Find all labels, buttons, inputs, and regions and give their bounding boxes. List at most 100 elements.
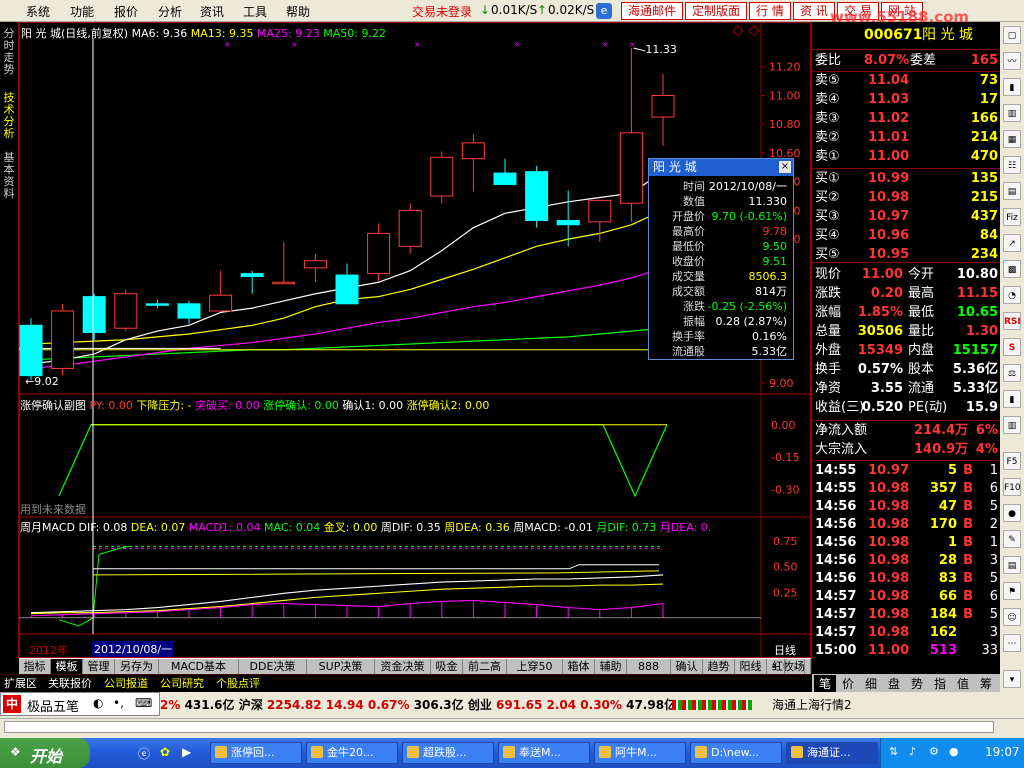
- quote-tab[interactable]: 势: [906, 675, 928, 692]
- note-icon[interactable]: ✎: [1003, 530, 1021, 548]
- quote-tab[interactable]: 细: [860, 675, 882, 692]
- taskbar-button[interactable]: D:\new...: [690, 742, 782, 764]
- indicator-tab[interactable]: 模板: [51, 659, 83, 674]
- tab-stock-review[interactable]: 个股点评: [216, 676, 260, 691]
- quote-tab[interactable]: 指: [929, 675, 951, 692]
- quicklaunch-media-icon[interactable]: ▶: [182, 745, 191, 759]
- indicator-tab[interactable]: 另存为: [115, 659, 159, 674]
- high-label: 11.33: [645, 43, 677, 56]
- menu-system[interactable]: 系统: [26, 3, 50, 20]
- taskbar-button[interactable]: 奉送M...: [498, 742, 590, 764]
- quote-tab[interactable]: 盘: [883, 675, 905, 692]
- ime-moon-icon[interactable]: ◐: [93, 696, 103, 710]
- period-label[interactable]: 日线: [774, 642, 796, 658]
- indicator-tab[interactable]: SUP决策: [307, 659, 375, 674]
- ime-keyboard-icon[interactable]: ⌨: [135, 696, 152, 710]
- tab-related-quotes[interactable]: 关联报价: [48, 676, 92, 691]
- menu-help[interactable]: 帮助: [286, 3, 310, 20]
- zoom-out-button[interactable]: -: [787, 659, 805, 674]
- taskbar-button[interactable]: 超跌股...: [402, 742, 494, 764]
- table-icon[interactable]: ☷: [1003, 156, 1021, 174]
- menu-function[interactable]: 功能: [70, 3, 94, 20]
- candle-chart-icon[interactable]: ▮: [1003, 78, 1021, 96]
- f10-icon[interactable]: F10: [1003, 478, 1021, 496]
- tray-security-icon[interactable]: ⚙: [929, 745, 939, 758]
- indicator-tab[interactable]: MACD基本: [159, 659, 239, 674]
- chart-icon[interactable]: ▤: [1003, 182, 1021, 200]
- quicklaunch-ie-icon[interactable]: ⓔ: [138, 745, 150, 762]
- dollar-icon[interactable]: S: [1003, 338, 1021, 356]
- tab-extension[interactable]: 扩展区: [4, 676, 37, 691]
- candle: [367, 223, 391, 281]
- indicator-tab[interactable]: 确认: [671, 659, 703, 674]
- taskbar-button[interactable]: 阿牛M...: [594, 742, 686, 764]
- close-icon[interactable]: ×: [779, 161, 791, 173]
- start-button[interactable]: ❖ 开始: [0, 738, 90, 768]
- indicator-tab[interactable]: 管理: [83, 659, 115, 674]
- rsi-icon[interactable]: RSI: [1003, 312, 1021, 330]
- menu-analysis[interactable]: 分析: [158, 3, 182, 20]
- trade-login-status[interactable]: 交易未登录: [412, 3, 472, 20]
- book-icon[interactable]: ▤: [1003, 556, 1021, 574]
- volume-icon[interactable]: ▮: [1003, 390, 1021, 408]
- ime-toolbar[interactable]: 中 极品五笔 ◐ •, ⌨: [0, 692, 160, 716]
- indicator-tab[interactable]: DDE决策: [239, 659, 307, 674]
- taskbar-button[interactable]: 海通证...: [786, 742, 878, 764]
- flag-icon[interactable]: ⚑: [1003, 582, 1021, 600]
- popup-title[interactable]: 阳 光 城: [649, 159, 793, 176]
- pie-icon[interactable]: ◔: [1003, 286, 1021, 304]
- tab-company-research[interactable]: 公司研究: [160, 676, 204, 691]
- indicator-tab[interactable]: 指标: [19, 659, 51, 674]
- person-icon[interactable]: ☺: [1003, 608, 1021, 626]
- bars-icon[interactable]: ▥: [1003, 416, 1021, 434]
- candle-info-popup[interactable]: 阳 光 城 × 时间 2012/10/08/一 数值 11.330 开盘价 9.70 (-…: [648, 158, 794, 360]
- more-icon[interactable]: ⋯: [1003, 634, 1021, 652]
- menu-news[interactable]: 资讯: [200, 3, 224, 20]
- tray-network-icon[interactable]: ⇅: [889, 745, 898, 758]
- taskbar-button[interactable]: 涨停回...: [210, 742, 302, 764]
- haitong-mail-button[interactable]: 海通邮件: [621, 2, 683, 20]
- bar-chart-icon[interactable]: ▥: [1003, 104, 1021, 122]
- quote-tab[interactable]: 价: [837, 675, 859, 692]
- quote-tab[interactable]: 值: [952, 675, 974, 692]
- scale-icon[interactable]: ⚖: [1003, 364, 1021, 382]
- indicator-tab[interactable]: 趋势: [703, 659, 735, 674]
- horizontal-scrollbar[interactable]: [4, 721, 994, 733]
- indicator-tab[interactable]: 箱体: [563, 659, 595, 674]
- fiz-icon[interactable]: Fiz: [1003, 208, 1021, 226]
- minimize-icon[interactable]: ▢: [1003, 26, 1021, 44]
- market-button[interactable]: 行 情: [749, 2, 791, 20]
- zoom-in-button[interactable]: +: [767, 659, 785, 674]
- line-chart-icon[interactable]: 〰: [1003, 52, 1021, 70]
- browser-icon[interactable]: e: [596, 3, 612, 19]
- tab-fundamentals[interactable]: 基本资料: [1, 152, 17, 206]
- ime-punct-icon[interactable]: •,: [113, 696, 124, 710]
- quicklaunch-app-icon[interactable]: ✿: [160, 745, 170, 759]
- indicator-tab[interactable]: 辅助: [595, 659, 627, 674]
- scroll-icon[interactable]: ▾: [1003, 670, 1021, 688]
- quote-tab[interactable]: 筹: [975, 675, 997, 692]
- menu-quotes[interactable]: 报价: [114, 3, 138, 20]
- quote-tab[interactable]: 笔: [814, 675, 836, 692]
- news-button[interactable]: 资 讯: [793, 2, 835, 20]
- f5-icon[interactable]: F5: [1003, 452, 1021, 470]
- tray-volume-icon[interactable]: ♪: [909, 745, 916, 758]
- tab-intraday[interactable]: 分时走势: [1, 28, 17, 82]
- trend-icon[interactable]: ↗: [1003, 234, 1021, 252]
- indicator-tab[interactable]: 资金决策: [375, 659, 431, 674]
- indicator-tab[interactable]: 阳线: [735, 659, 767, 674]
- menu-tools[interactable]: 工具: [243, 3, 267, 20]
- indicator-tab[interactable]: 前二高: [463, 659, 507, 674]
- indicator-tab[interactable]: 888: [627, 659, 671, 674]
- tray-app-icon[interactable]: ●: [949, 745, 959, 758]
- custom-layout-button[interactable]: 定制版面: [685, 2, 747, 20]
- grid-icon[interactable]: ▦: [1003, 130, 1021, 148]
- taskbar-button[interactable]: 金牛20...: [306, 742, 398, 764]
- tab-technical[interactable]: 技术分析: [1, 92, 17, 146]
- histogram-icon[interactable]: ▩: [1003, 260, 1021, 278]
- bullet-icon[interactable]: ●: [1003, 504, 1021, 522]
- tick-price: 10.98: [868, 607, 910, 622]
- tab-company-report[interactable]: 公司报道: [104, 676, 148, 691]
- indicator-tab[interactable]: 吸金: [431, 659, 463, 674]
- indicator-tab[interactable]: 上穿50: [507, 659, 563, 674]
